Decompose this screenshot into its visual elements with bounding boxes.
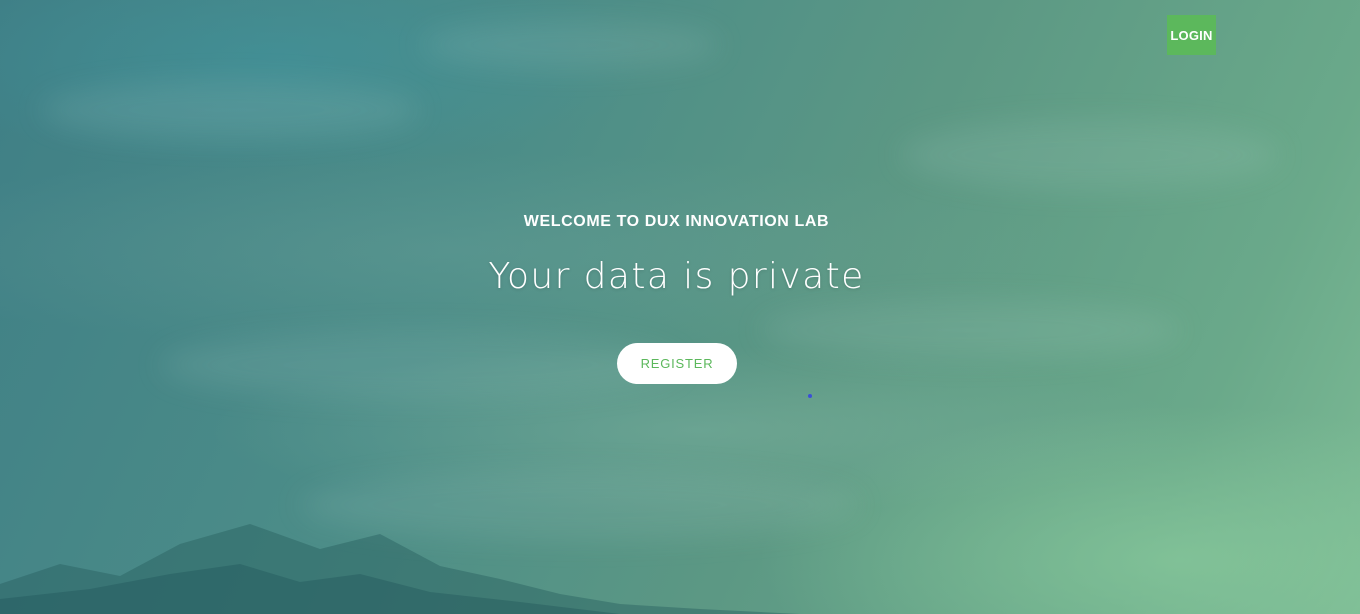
welcome-heading: WELCOME TO DUX INNOVATION LAB (523, 213, 830, 230)
hero-title: Your data is private (488, 256, 865, 297)
background-cloud (160, 330, 680, 400)
background-cloud (900, 120, 1280, 190)
background-cloud (40, 80, 420, 140)
mouse-cursor-indicator (808, 394, 812, 398)
register-button[interactable]: REGISTER (617, 343, 737, 384)
login-button[interactable]: LOGIN (1167, 15, 1216, 55)
background-cloud (760, 300, 1180, 360)
landing-page: LOGIN WELCOME TO DUX INNOVATION LAB Your… (0, 0, 1360, 614)
mountain-silhouette (0, 524, 800, 614)
background-cloud (420, 20, 720, 70)
